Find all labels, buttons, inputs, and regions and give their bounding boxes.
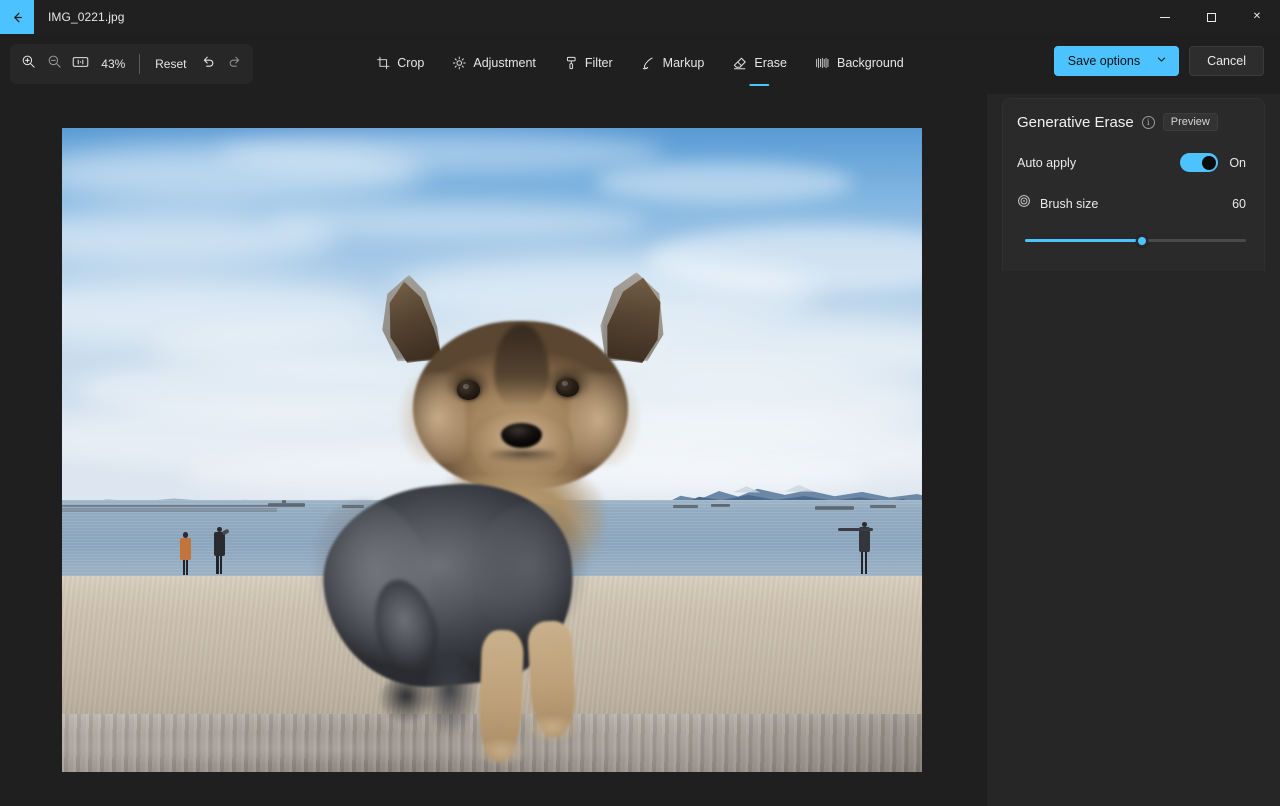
window-caption-buttons: ✕ (1142, 0, 1280, 34)
tab-filter-label: Filter (584, 56, 613, 70)
edit-tools-group: Crop Adjustment Filter Markup Erase Back… (363, 44, 916, 86)
filter-icon (564, 56, 578, 70)
auto-apply-toggle[interactable] (1180, 153, 1219, 172)
maximize-icon (1206, 12, 1216, 22)
redo-icon (227, 54, 242, 74)
fit-to-window-icon (72, 55, 89, 74)
dog-paw-left (476, 739, 527, 767)
zoom-out-button[interactable] (42, 49, 68, 79)
crop-icon (376, 56, 390, 70)
dog-right-eye-patch (545, 366, 591, 400)
file-name-label: IMG_0221.jpg (48, 10, 125, 24)
tab-crop[interactable]: Crop (363, 46, 437, 80)
fit-to-window-button[interactable] (68, 49, 94, 79)
title-bar: IMG_0221.jpg ✕ (0, 0, 1280, 34)
redo-button[interactable] (221, 49, 247, 79)
image-canvas[interactable] (62, 128, 922, 772)
dog-paw-right (526, 717, 578, 743)
generative-erase-panel: Generative Erase i Preview Auto apply On (1002, 98, 1265, 271)
reset-button[interactable]: Reset (146, 51, 195, 77)
zoom-out-icon (47, 54, 62, 74)
auto-apply-control: On (1180, 153, 1246, 172)
zoom-level-label[interactable]: 43% (93, 57, 133, 71)
panel-title: Generative Erase (1017, 113, 1134, 131)
back-button[interactable] (0, 0, 34, 34)
brightness-icon (452, 56, 466, 70)
tab-background-label: Background (837, 56, 904, 70)
tab-erase[interactable]: Erase (719, 46, 800, 86)
tab-markup-label: Markup (662, 56, 705, 70)
toggle-knob (1201, 155, 1216, 170)
chevron-down-icon (1156, 54, 1167, 68)
undo-button[interactable] (195, 49, 221, 79)
save-options-label: Save options (1067, 54, 1141, 68)
command-bar: 43% Reset Crop Adjustment Filter Markup … (0, 34, 1280, 94)
maximize-button[interactable] (1188, 0, 1234, 34)
tab-markup[interactable]: Markup (628, 46, 718, 80)
zoom-in-icon (21, 54, 36, 74)
zoom-toolbar: 43% Reset (10, 44, 253, 84)
brush-size-label-group: Brush size (1017, 194, 1098, 213)
background-icon (815, 56, 830, 70)
panel-header: Generative Erase i Preview (1017, 113, 1246, 131)
dog-left-ear-fur (382, 274, 443, 362)
brush-size-value: 60 (1232, 196, 1246, 211)
tab-crop-label: Crop (397, 56, 425, 70)
canvas-workspace[interactable] (0, 94, 987, 806)
auto-apply-label: Auto apply (1017, 155, 1077, 170)
close-button[interactable]: ✕ (1234, 0, 1280, 34)
tool-options-sidebar: Generative Erase i Preview Auto apply On (987, 94, 1280, 806)
minimize-button[interactable] (1142, 0, 1188, 34)
minimize-icon (1160, 16, 1170, 18)
back-arrow-icon (10, 10, 25, 25)
command-bar-actions: Save options Cancel (1053, 46, 1264, 76)
zoom-in-button[interactable] (16, 49, 42, 79)
eraser-icon (732, 56, 747, 71)
slider-thumb[interactable] (1136, 234, 1149, 247)
brush-size-row: Brush size 60 (1017, 194, 1246, 213)
tab-selection-underline (749, 83, 770, 86)
dog-nose (500, 422, 542, 449)
photo-dog (62, 128, 922, 772)
preview-badge: Preview (1162, 113, 1218, 131)
close-icon: ✕ (1252, 11, 1262, 22)
brush-size-slider[interactable] (1017, 232, 1246, 250)
tab-filter[interactable]: Filter (551, 46, 626, 80)
brush-size-label: Brush size (1040, 196, 1099, 211)
brush-size-icon (1017, 194, 1031, 213)
slider-fill (1025, 239, 1147, 242)
tab-adjustment-label: Adjustment (473, 56, 536, 70)
undo-icon (201, 54, 216, 74)
dog-left-eye-patch (445, 368, 489, 402)
info-icon[interactable]: i (1141, 115, 1155, 129)
dog-shoulder (474, 501, 591, 644)
tab-adjustment[interactable]: Adjustment (439, 46, 549, 80)
dog-hind-leg (423, 656, 477, 740)
tab-erase-label: Erase (754, 56, 788, 70)
dog-right-ear-fur (600, 272, 664, 362)
auto-apply-state-label: On (1229, 155, 1246, 170)
toolbar-divider (139, 54, 141, 74)
tab-background[interactable]: Background (802, 46, 917, 80)
cancel-button[interactable]: Cancel (1189, 46, 1264, 76)
pen-icon (641, 56, 656, 71)
auto-apply-row: Auto apply On (1017, 153, 1246, 172)
save-options-button[interactable]: Save options (1053, 46, 1180, 76)
